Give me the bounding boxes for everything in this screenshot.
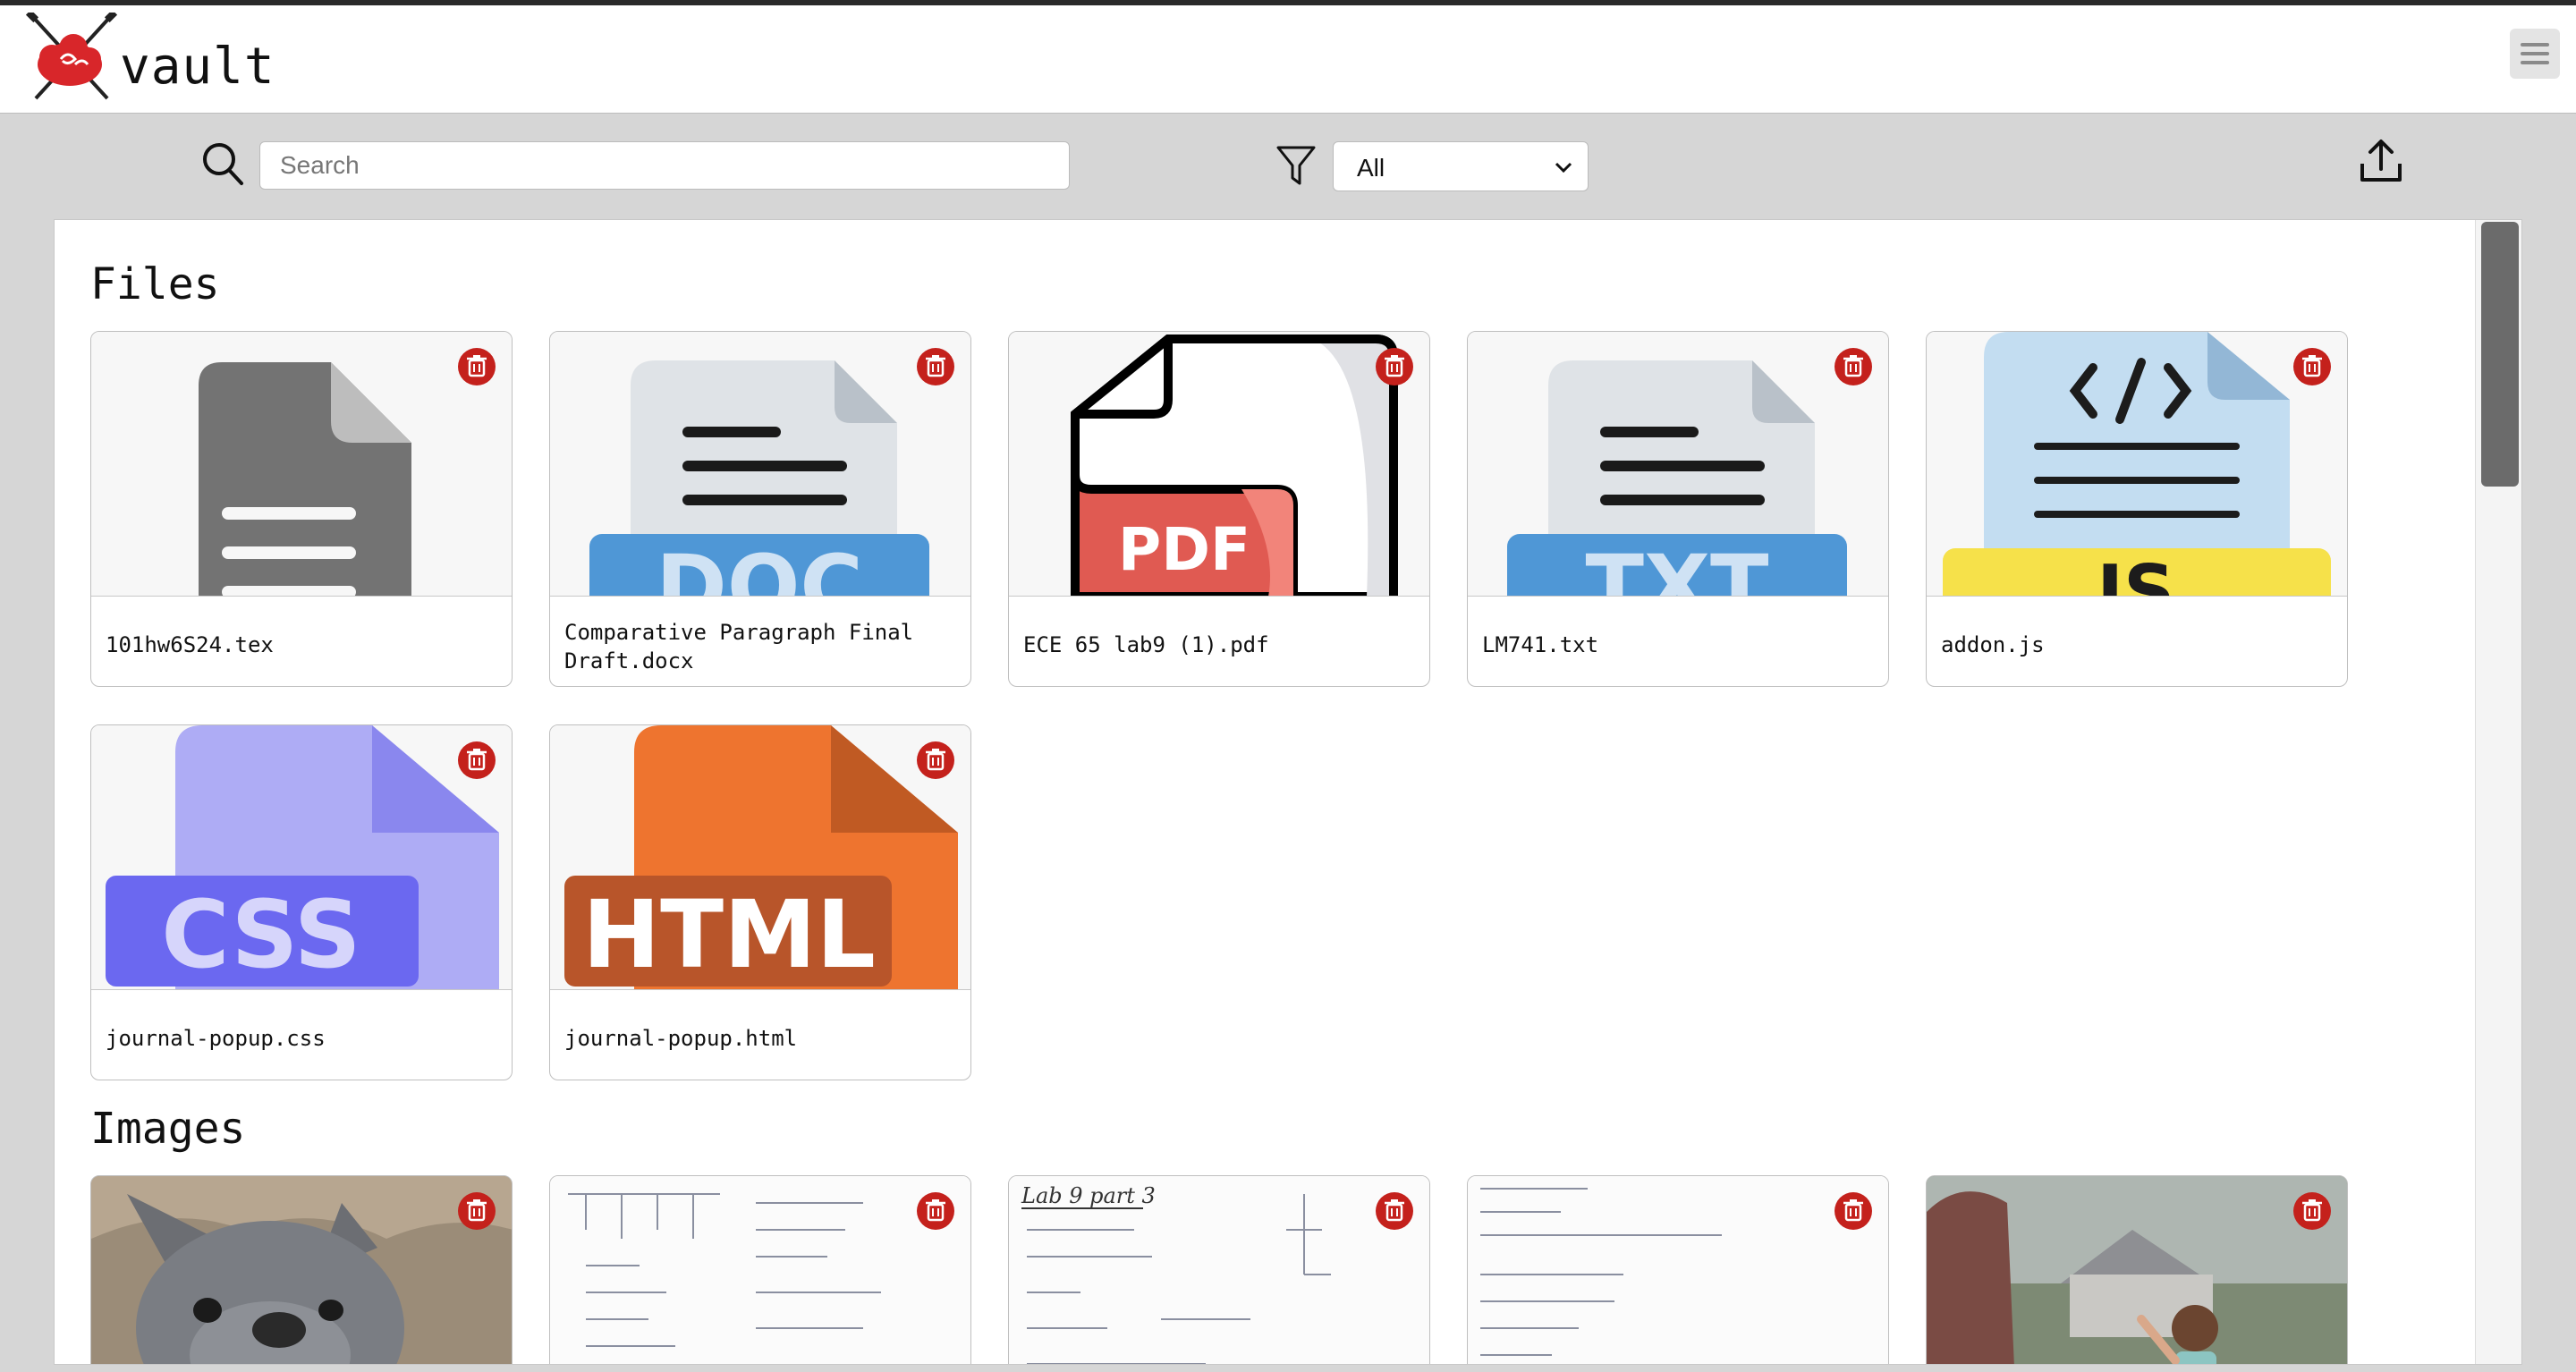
trash-icon bbox=[1385, 355, 1404, 377]
dog-photo bbox=[91, 1176, 512, 1364]
file-thumbnail: CSS bbox=[91, 725, 512, 990]
file-name: LM741.txt bbox=[1482, 632, 1599, 657]
trash-icon bbox=[926, 355, 945, 377]
logo-icon[interactable] bbox=[25, 13, 118, 102]
file-thumbnail: DOC bbox=[550, 332, 970, 597]
filter-icon bbox=[1276, 146, 1316, 185]
filter-select-value: All bbox=[1357, 154, 1385, 182]
delete-button[interactable] bbox=[1835, 348, 1872, 385]
delete-button[interactable] bbox=[458, 348, 496, 385]
file-name: addon.js bbox=[1941, 632, 2045, 657]
image-card[interactable] bbox=[549, 1175, 971, 1364]
file-card[interactable]: DOC Comparative Paragraph Final Draft.do… bbox=[549, 331, 971, 687]
image-card[interactable] bbox=[1926, 1175, 2348, 1364]
file-thumbnail: PDF bbox=[1009, 332, 1429, 597]
trash-icon bbox=[1843, 1199, 1863, 1222]
image-card[interactable] bbox=[90, 1175, 513, 1364]
doc-label: DOC bbox=[656, 537, 863, 597]
file-thumbnail bbox=[91, 332, 512, 597]
file-card[interactable]: JS addon.js bbox=[1926, 331, 2348, 687]
file-thumbnail: HTML bbox=[550, 725, 970, 990]
css-icon: CSS bbox=[106, 725, 499, 989]
pdf-label: PDF bbox=[1118, 515, 1250, 584]
content-panel: Files 101hw6S24.tex DOC Comparative Para… bbox=[54, 219, 2522, 1365]
handwritten-notes: Lab 9 part 3 bbox=[1009, 1176, 1429, 1364]
delete-button[interactable] bbox=[2293, 348, 2331, 385]
file-card[interactable]: CSS journal-popup.css bbox=[90, 724, 513, 1080]
hamburger-menu-button[interactable] bbox=[2510, 29, 2560, 79]
trash-icon bbox=[926, 749, 945, 771]
toolbar: All bbox=[0, 114, 2576, 219]
file-name: journal-popup.css bbox=[106, 1026, 326, 1051]
search-icon bbox=[203, 143, 243, 185]
search-input[interactable] bbox=[259, 141, 1070, 190]
delete-button[interactable] bbox=[1376, 348, 1413, 385]
handwritten-notes bbox=[550, 1176, 970, 1364]
doc-icon: DOC bbox=[589, 360, 929, 597]
chevron-down-icon bbox=[1555, 162, 1572, 174]
file-card[interactable]: 101hw6S24.tex bbox=[90, 331, 513, 687]
app-header: vault bbox=[0, 5, 2576, 114]
file-name: Comparative Paragraph Final Draft.docx bbox=[564, 620, 914, 673]
trash-icon bbox=[1385, 1199, 1404, 1222]
file-card[interactable]: HTML journal-popup.html bbox=[549, 724, 971, 1080]
trash-icon bbox=[467, 1199, 487, 1222]
outdoor-photo bbox=[1927, 1176, 2347, 1364]
trash-icon bbox=[2302, 1199, 2322, 1222]
brand-name: vault bbox=[120, 38, 275, 96]
files-section-title: Files bbox=[90, 259, 220, 309]
delete-button[interactable] bbox=[917, 348, 954, 385]
html-icon: HTML bbox=[564, 725, 958, 989]
handwritten-notes bbox=[1468, 1176, 1888, 1364]
txt-label: TXT bbox=[1586, 537, 1769, 597]
file-thumbnail: JS bbox=[1927, 332, 2347, 597]
pdf-icon: PDF bbox=[1071, 335, 1398, 596]
html-label: HTML bbox=[582, 880, 876, 989]
css-label: CSS bbox=[161, 880, 360, 989]
delete-button[interactable] bbox=[1835, 1192, 1872, 1230]
scrollbar-thumb[interactable] bbox=[2481, 222, 2519, 487]
filter-select[interactable]: All bbox=[1333, 141, 1589, 191]
delete-button[interactable] bbox=[2293, 1192, 2331, 1230]
txt-icon: TXT bbox=[1507, 360, 1847, 597]
tex-icon bbox=[199, 362, 411, 596]
trash-icon bbox=[2302, 355, 2322, 377]
images-section-title: Images bbox=[90, 1104, 246, 1154]
file-card[interactable]: PDF ECE 65 lab9 (1).pdf bbox=[1008, 331, 1430, 687]
delete-button[interactable] bbox=[458, 741, 496, 779]
image-card[interactable] bbox=[1467, 1175, 1889, 1364]
trash-icon bbox=[467, 749, 487, 771]
upload-icon[interactable] bbox=[2358, 137, 2404, 185]
delete-button[interactable] bbox=[1376, 1192, 1413, 1230]
js-icon: JS bbox=[1943, 332, 2331, 597]
js-label: JS bbox=[2092, 550, 2174, 597]
file-thumbnail: TXT bbox=[1468, 332, 1888, 597]
file-card[interactable]: TXT LM741.txt bbox=[1467, 331, 1889, 687]
file-name: journal-popup.html bbox=[564, 1026, 798, 1051]
file-name: ECE 65 lab9 (1).pdf bbox=[1023, 632, 1269, 657]
image-card[interactable]: Lab 9 part 3 bbox=[1008, 1175, 1430, 1364]
scrollbar[interactable] bbox=[2475, 220, 2521, 1364]
trash-icon bbox=[467, 355, 487, 377]
notes-heading: Lab 9 part 3 bbox=[1021, 1183, 1156, 1208]
trash-icon bbox=[1843, 355, 1863, 377]
delete-button[interactable] bbox=[917, 1192, 954, 1230]
file-name: 101hw6S24.tex bbox=[106, 632, 274, 657]
trash-icon bbox=[926, 1199, 945, 1222]
delete-button[interactable] bbox=[458, 1192, 496, 1230]
delete-button[interactable] bbox=[917, 741, 954, 779]
